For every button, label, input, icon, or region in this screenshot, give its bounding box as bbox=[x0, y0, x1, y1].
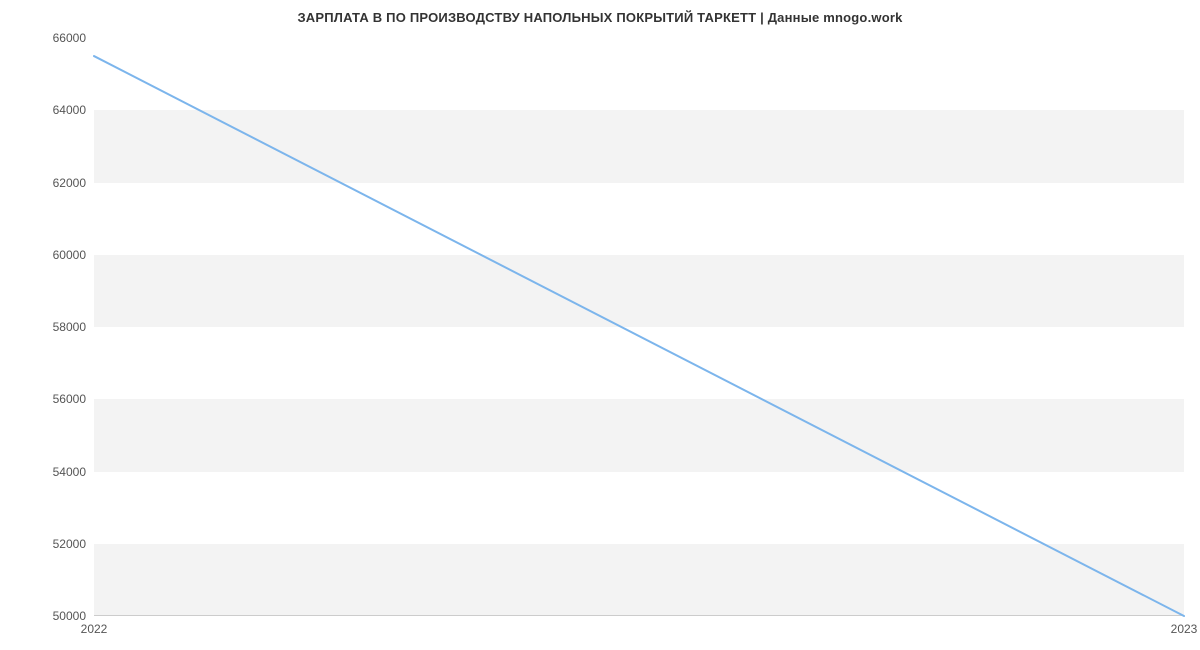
y-tick-label: 54000 bbox=[6, 465, 86, 479]
chart-title: ЗАРПЛАТА В ПО ПРОИЗВОДСТВУ НАПОЛЬНЫХ ПОК… bbox=[0, 10, 1200, 25]
y-tick-label: 50000 bbox=[6, 609, 86, 623]
x-tick-label: 2022 bbox=[81, 622, 108, 636]
y-tick-label: 64000 bbox=[6, 103, 86, 117]
y-tick-label: 66000 bbox=[6, 31, 86, 45]
plot-area bbox=[94, 38, 1184, 616]
chart-container: ЗАРПЛАТА В ПО ПРОИЗВОДСТВУ НАПОЛЬНЫХ ПОК… bbox=[0, 0, 1200, 650]
y-tick-label: 52000 bbox=[6, 537, 86, 551]
y-tick-label: 58000 bbox=[6, 320, 86, 334]
y-tick-label: 60000 bbox=[6, 248, 86, 262]
x-tick-label: 2023 bbox=[1171, 622, 1198, 636]
y-tick-label: 62000 bbox=[6, 176, 86, 190]
data-line bbox=[94, 56, 1184, 616]
line-series bbox=[94, 38, 1184, 616]
y-tick-label: 56000 bbox=[6, 392, 86, 406]
